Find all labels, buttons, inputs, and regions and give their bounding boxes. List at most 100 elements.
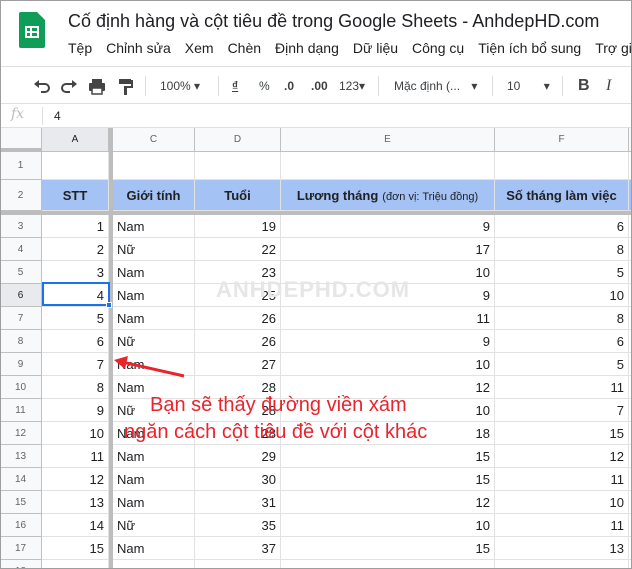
row-header-12[interactable]: 12 <box>0 422 42 445</box>
header-cell-stt[interactable]: STT <box>42 180 109 211</box>
cell-empty[interactable] <box>195 152 281 180</box>
table-cell[interactable]: 11 <box>42 445 109 468</box>
header-cell-age[interactable]: Tuổi <box>195 180 281 211</box>
table-cell[interactable]: 15 <box>281 445 495 468</box>
table-cell[interactable]: Nam <box>113 445 195 468</box>
row-header-3[interactable]: 3 <box>0 215 42 238</box>
row-header-6[interactable]: 6 <box>0 284 42 307</box>
table-cell[interactable]: 27 <box>195 353 281 376</box>
table-cell[interactable]: 37 <box>195 537 281 560</box>
table-cell[interactable]: 14 <box>42 514 109 537</box>
italic-button[interactable]: I <box>606 76 611 96</box>
table-cell[interactable]: 6 <box>42 330 109 353</box>
more-formats-button[interactable]: 123▾ <box>339 76 365 96</box>
table-cell[interactable]: Nam <box>113 284 195 307</box>
table-cell[interactable]: 9 <box>42 399 109 422</box>
table-cell[interactable]: 13 <box>495 537 629 560</box>
table-cell[interactable]: 8 <box>42 376 109 399</box>
cell-empty[interactable] <box>281 152 495 180</box>
table-cell[interactable]: Nữ <box>113 514 195 537</box>
increase-decimal-button[interactable]: .00 <box>311 76 328 96</box>
table-cell[interactable]: Nam <box>113 215 195 238</box>
font-size-select[interactable]: 10 ▾ <box>507 76 550 96</box>
table-cell[interactable]: Nam <box>113 491 195 514</box>
menu-view[interactable]: Xem <box>185 40 214 56</box>
percent-format-button[interactable]: % <box>259 76 270 96</box>
table-cell[interactable]: 15 <box>495 422 629 445</box>
undo-icon[interactable] <box>33 76 51 96</box>
menu-format[interactable]: Định dạng <box>275 40 339 56</box>
table-cell[interactable]: Nam <box>113 307 195 330</box>
currency-format-button[interactable]: ₫ <box>232 76 238 96</box>
cell-empty[interactable] <box>195 560 281 569</box>
row-header-8[interactable]: 8 <box>0 330 42 353</box>
redo-icon[interactable] <box>60 76 78 96</box>
table-cell[interactable]: 10 <box>495 491 629 514</box>
menu-tools[interactable]: Công cụ <box>412 40 464 56</box>
decrease-decimal-button[interactable]: .0 <box>284 76 294 96</box>
table-cell[interactable]: 15 <box>281 537 495 560</box>
table-cell[interactable]: 2 <box>42 238 109 261</box>
table-cell[interactable]: 12 <box>495 445 629 468</box>
active-cell-selection[interactable] <box>42 282 110 306</box>
table-cell[interactable]: 11 <box>495 514 629 537</box>
table-cell[interactable]: 5 <box>495 353 629 376</box>
menu-file[interactable]: Tệp <box>68 40 92 56</box>
font-select[interactable]: Mặc định (... ▾ <box>394 76 477 96</box>
bold-button[interactable]: B <box>578 76 590 96</box>
table-cell[interactable]: 5 <box>42 307 109 330</box>
column-header-d[interactable]: D <box>195 128 281 152</box>
row-header-17[interactable]: 17 <box>0 537 42 560</box>
row-header-13[interactable]: 13 <box>0 445 42 468</box>
table-cell[interactable]: 10 <box>281 514 495 537</box>
row-header-9[interactable]: 9 <box>0 353 42 376</box>
frozen-row-divider[interactable] <box>0 211 632 215</box>
column-header-e[interactable]: E <box>281 128 495 152</box>
row-header-10[interactable]: 10 <box>0 376 42 399</box>
table-cell[interactable]: 29 <box>195 445 281 468</box>
table-cell[interactable]: 22 <box>195 238 281 261</box>
table-cell[interactable]: 35 <box>195 514 281 537</box>
header-cell-salary[interactable]: Lương tháng (đơn vị: Triệu đồng) <box>281 180 495 211</box>
frozen-column-divider[interactable] <box>109 128 113 569</box>
table-cell[interactable]: Nam <box>113 261 195 284</box>
cell-empty[interactable] <box>495 560 629 569</box>
table-cell[interactable]: 12 <box>281 491 495 514</box>
table-cell[interactable]: 15 <box>281 468 495 491</box>
fill-handle[interactable] <box>106 302 112 308</box>
table-cell[interactable]: Nam <box>113 468 195 491</box>
table-cell[interactable]: 8 <box>495 238 629 261</box>
menu-data[interactable]: Dữ liệu <box>353 40 398 56</box>
header-cell-gender[interactable]: Giới tính <box>113 180 195 211</box>
menu-edit[interactable]: Chỉnh sửa <box>106 40 171 56</box>
zoom-select[interactable]: 100% ▾ <box>160 76 200 96</box>
table-cell[interactable]: 3 <box>42 261 109 284</box>
document-title[interactable]: Cố định hàng và cột tiêu đề trong Google… <box>68 11 599 32</box>
table-cell[interactable]: 10 <box>495 284 629 307</box>
row-header-7[interactable]: 7 <box>0 307 42 330</box>
row-header-4[interactable]: 4 <box>0 238 42 261</box>
table-cell[interactable]: Nữ <box>113 238 195 261</box>
cell-empty[interactable] <box>281 560 495 569</box>
cell-empty[interactable] <box>42 560 109 569</box>
sheets-logo-icon[interactable] <box>19 12 45 48</box>
table-cell[interactable]: 30 <box>195 468 281 491</box>
table-cell[interactable]: 6 <box>495 330 629 353</box>
print-icon[interactable] <box>88 76 106 96</box>
table-cell[interactable]: 12 <box>42 468 109 491</box>
table-cell[interactable]: 19 <box>195 215 281 238</box>
table-cell[interactable]: 7 <box>42 353 109 376</box>
table-cell[interactable]: 17 <box>281 238 495 261</box>
table-cell[interactable]: 5 <box>495 261 629 284</box>
row-header-14[interactable]: 14 <box>0 468 42 491</box>
column-header-f[interactable]: F <box>495 128 629 152</box>
row-header-15[interactable]: 15 <box>0 491 42 514</box>
table-cell[interactable]: 11 <box>495 468 629 491</box>
cell-empty[interactable] <box>495 152 629 180</box>
header-cell-months[interactable]: Số tháng làm việc <box>495 180 629 211</box>
row-header-18[interactable]: 18 <box>0 560 42 569</box>
table-cell[interactable]: 13 <box>42 491 109 514</box>
column-header-a[interactable]: A <box>42 128 109 152</box>
cell-empty[interactable] <box>42 152 109 180</box>
table-cell[interactable]: Nữ <box>113 330 195 353</box>
